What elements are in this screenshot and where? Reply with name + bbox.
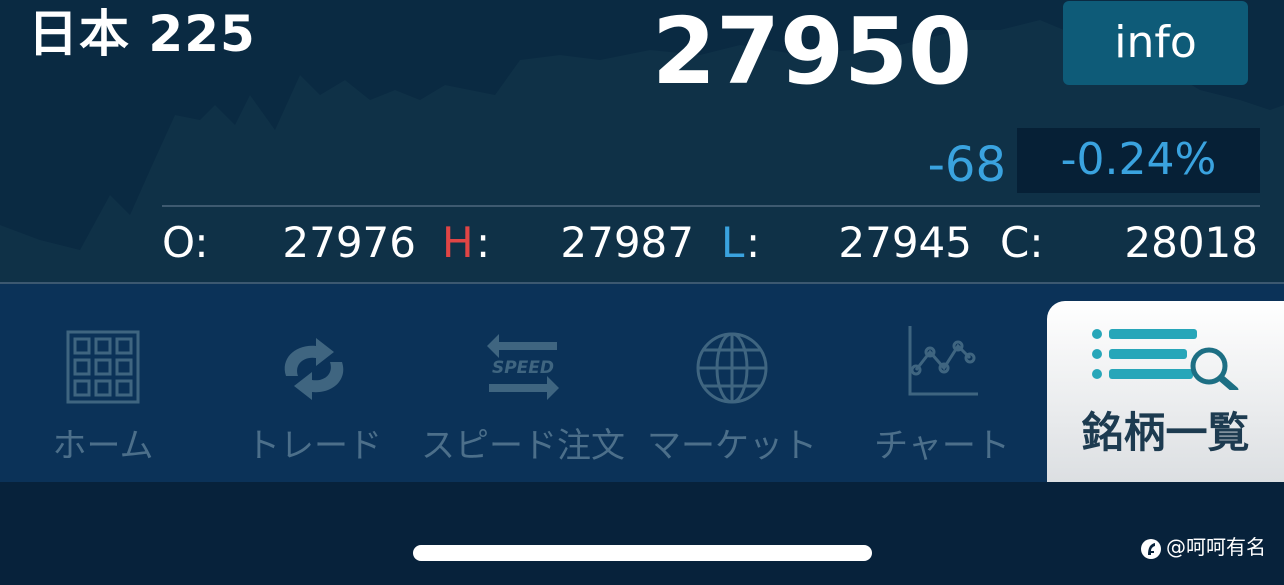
last-price: 27950 xyxy=(652,0,973,105)
tab-label: ホーム xyxy=(52,426,154,466)
tab-label: トレード xyxy=(246,426,382,466)
low-value: 27945 xyxy=(838,218,972,267)
low-colon: : xyxy=(746,218,761,267)
grid-icon xyxy=(0,330,206,410)
high-value: 27987 xyxy=(560,218,694,267)
tab-bar: ホーム トレード SPEED スピード注文 マーケット チャート 銘柄一覧 xyxy=(0,284,1284,482)
watermark: @呵呵有名 xyxy=(1140,530,1266,564)
high-colon: : xyxy=(476,218,491,267)
tab-label: スピード注文 xyxy=(421,426,625,466)
refresh-arrows-icon xyxy=(212,330,416,410)
watermark-logo-icon xyxy=(1141,538,1161,559)
speed-arrows-icon: SPEED xyxy=(421,330,625,410)
tab-speed-order[interactable]: SPEED スピード注文 xyxy=(421,284,625,482)
info-button[interactable]: info xyxy=(1063,1,1248,85)
open-value: 27976 xyxy=(282,218,416,267)
speed-icon-text: SPEED xyxy=(492,358,554,378)
tab-stock-list[interactable]: 銘柄一覧 xyxy=(1047,301,1284,482)
app-screen: 日本 225 27950 info -68 -0.24% O: 27976 H … xyxy=(0,0,1284,585)
change-percent-box: -0.24% xyxy=(1017,128,1260,193)
price-change-percent: -0.24% xyxy=(1060,134,1217,185)
tab-label: マーケット xyxy=(647,426,817,466)
watermark-text: @呵呵有名 xyxy=(1166,535,1266,559)
tab-label: チャート xyxy=(874,426,1010,466)
list-search-icon xyxy=(1047,326,1284,406)
globe-icon xyxy=(630,330,834,410)
close-label: C: xyxy=(1000,218,1044,267)
high-label: H xyxy=(442,218,474,267)
tab-label: 銘柄一覧 xyxy=(1081,408,1250,457)
open-label: O: xyxy=(162,218,209,267)
tab-home[interactable]: ホーム xyxy=(0,284,206,482)
quote-panel: 日本 225 27950 info -68 -0.24% O: 27976 H … xyxy=(0,0,1284,283)
tab-chart[interactable]: チャート xyxy=(840,284,1044,482)
low-label: L xyxy=(721,218,745,267)
line-chart-icon xyxy=(840,326,1044,410)
price-change: -68 xyxy=(927,137,1006,193)
close-value: 28018 xyxy=(1124,218,1258,267)
tab-market[interactable]: マーケット xyxy=(630,284,834,482)
home-indicator[interactable] xyxy=(413,545,872,561)
tab-trade[interactable]: トレード xyxy=(212,284,416,482)
ohlc-divider xyxy=(162,205,1260,207)
instrument-name: 日本 225 xyxy=(28,5,256,63)
